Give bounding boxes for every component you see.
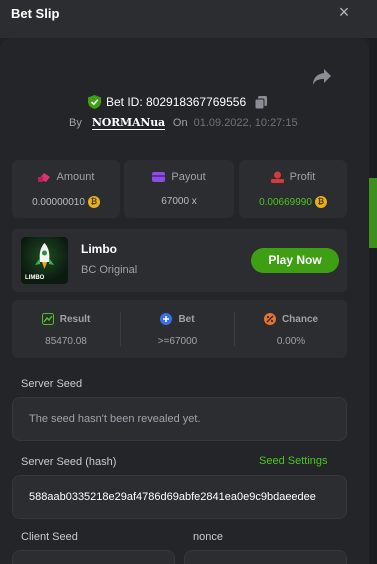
nonce-label: nonce (193, 531, 223, 543)
bet-id: Bet ID: 802918367769556 (106, 95, 247, 109)
bet-date: 01.09.2022, 10:27:15 (193, 117, 298, 129)
username-link[interactable]: NORMANua (91, 116, 165, 130)
payout-card: Payout 67000 x (124, 160, 234, 218)
profit-card: Profit 0.00669990 ₿ (239, 160, 347, 218)
chance-column: Chance 0.00% (235, 300, 347, 358)
on-label: On (172, 117, 188, 129)
server-seed-hash-label: Server Seed (hash) (21, 456, 117, 468)
client-seed-field[interactable] (12, 550, 175, 564)
play-now-button[interactable]: Play Now (251, 248, 339, 273)
stat-label: Payout (171, 171, 206, 183)
result-value: 85470.08 (45, 336, 87, 347)
result-card: Result 85470.08 Bet >=67000 Chance 0.00% (12, 300, 347, 358)
game-name: Limbo (81, 242, 117, 256)
backdrop (369, 0, 377, 564)
modal-title: Bet Slip (11, 6, 60, 21)
by-label: By (69, 117, 82, 129)
result-icon (41, 313, 54, 325)
chance-value: 0.00% (276, 336, 306, 347)
coin-icon: ₿ (314, 196, 327, 208)
game-provider: BC Original (81, 264, 138, 276)
result-label: Result (59, 313, 91, 325)
game-thumbnail[interactable]: LIMBO (21, 237, 68, 284)
copy-icon[interactable] (255, 95, 268, 109)
profit-icon (270, 171, 284, 183)
chance-icon (263, 313, 276, 325)
seed-settings-link[interactable]: Seed Settings (259, 455, 328, 467)
stat-value: 0.00000010 (32, 196, 85, 208)
backdrop-green-strip (369, 178, 377, 248)
bet-meta-row: By NORMANua On 01.09.2022, 10:27:15 (69, 115, 298, 131)
money-icon (37, 173, 50, 182)
game-card: LIMBO Limbo BC Original Play Now (12, 229, 347, 292)
bet-label: Bet (178, 313, 195, 325)
result-column: Result 85470.08 (12, 300, 120, 358)
bet-id-row: Bet ID: 802918367769556 (88, 94, 268, 110)
bet-icon (160, 313, 173, 325)
nonce-field[interactable] (184, 550, 347, 564)
stat-value: 67000 x (161, 196, 197, 207)
amount-card: Amount 0.00000010 ₿ (12, 160, 120, 218)
bet-value: >=67000 (157, 336, 198, 347)
stat-label: Profit (289, 171, 316, 183)
server-seed-label: Server Seed (21, 378, 83, 390)
stat-label: Amount (56, 171, 95, 183)
server-seed-hash-field[interactable]: 588aab0335218e29af4786d69abfe2841ea0e9c9… (12, 475, 347, 519)
chance-label: Chance (281, 313, 319, 325)
game-thumb-label: LIMBO (25, 275, 45, 281)
share-icon[interactable] (312, 68, 332, 86)
wallet-icon (152, 172, 166, 182)
coin-icon: ₿ (87, 196, 100, 208)
shield-icon (88, 95, 101, 109)
server-seed-field[interactable]: The seed hasn't been revealed yet. (12, 397, 347, 441)
stat-value: 0.00669990 (259, 196, 312, 208)
modal-header: Bet Slip × (0, 0, 377, 38)
close-icon[interactable]: × (336, 3, 352, 21)
bet-column: Bet >=67000 (121, 300, 234, 358)
client-seed-label: Client Seed (21, 531, 78, 543)
